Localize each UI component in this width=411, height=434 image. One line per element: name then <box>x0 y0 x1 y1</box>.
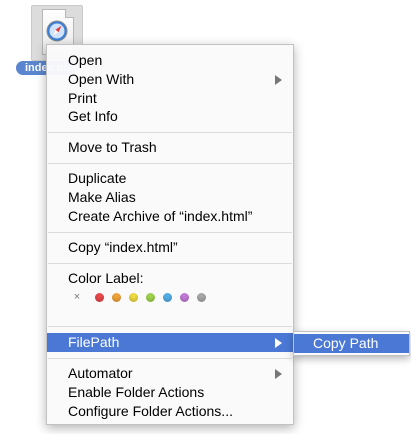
menu-item-filepath[interactable]: FilePath <box>47 333 293 352</box>
color-swatch-blue[interactable] <box>163 293 172 302</box>
menu-item-automator-label: Automator <box>68 365 133 381</box>
color-swatch-gray[interactable] <box>197 293 206 302</box>
menu-item-copy[interactable]: Copy “index.html” <box>47 238 293 257</box>
menu-item-create-archive[interactable]: Create Archive of “index.html” <box>47 207 293 226</box>
menu-item-get-info[interactable]: Get Info <box>47 107 293 126</box>
color-swatch-green[interactable] <box>146 293 155 302</box>
color-swatch-orange[interactable] <box>112 293 121 302</box>
menu-item-make-alias[interactable]: Make Alias <box>47 188 293 207</box>
color-swatch-red[interactable] <box>95 293 104 302</box>
menu-item-open-with-label: Open With <box>68 71 135 87</box>
menu-separator <box>48 163 292 164</box>
menu-item-move-to-trash[interactable]: Move to Trash <box>47 138 293 157</box>
color-swatch-yellow[interactable] <box>129 293 138 302</box>
menu-item-print[interactable]: Print <box>47 89 293 108</box>
menu-item-filepath-label: FilePath <box>68 334 120 350</box>
submenu-arrow-icon <box>275 75 282 85</box>
submenu-arrow-icon <box>275 338 282 348</box>
menu-separator <box>48 358 292 359</box>
menu-separator <box>48 326 292 327</box>
menu-item-enable-folder-actions[interactable]: Enable Folder Actions <box>47 383 293 402</box>
filepath-submenu: Copy Path <box>293 331 410 356</box>
menu-separator <box>48 132 292 133</box>
submenu-item-copy-path[interactable]: Copy Path <box>294 334 409 353</box>
color-label-heading: Color Label: <box>68 270 144 286</box>
menu-item-automator[interactable]: Automator <box>47 364 293 383</box>
color-swatch-purple[interactable] <box>180 293 189 302</box>
menu-item-open[interactable]: Open <box>47 51 293 70</box>
safari-compass-icon <box>46 20 68 42</box>
color-none-icon[interactable]: × <box>72 292 82 303</box>
context-menu: Open Open With Print Get Info Move to Tr… <box>46 44 294 425</box>
submenu-arrow-icon <box>275 369 282 379</box>
menu-separator <box>48 232 292 233</box>
menu-separator <box>48 263 292 264</box>
menu-item-configure-folder-actions[interactable]: Configure Folder Actions... <box>47 402 293 421</box>
menu-item-open-with[interactable]: Open With <box>47 70 293 89</box>
menu-item-duplicate[interactable]: Duplicate <box>47 169 293 188</box>
